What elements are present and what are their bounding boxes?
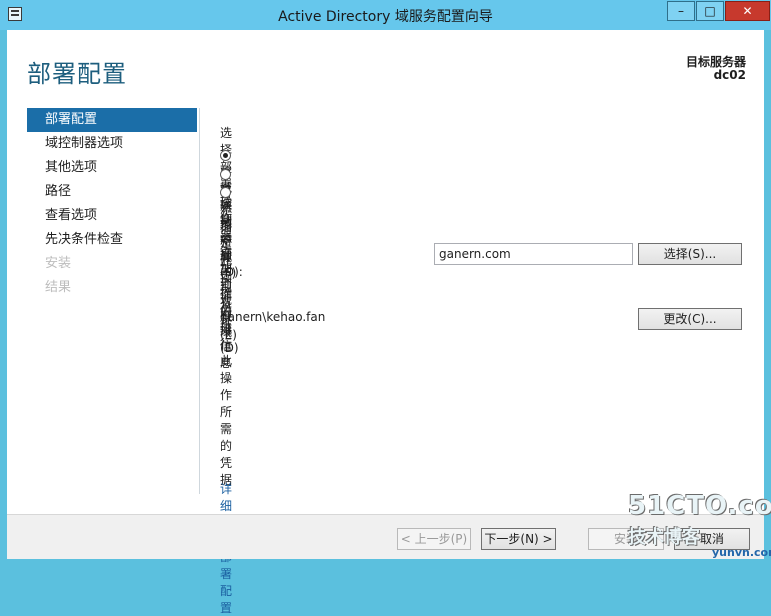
wizard-nav: 部署配置 域控制器选项 其他选项 路径 查看选项 先决条件检查 安装 结果 (27, 108, 197, 300)
nav-item-review-options[interactable]: 查看选项 (27, 204, 197, 228)
nav-item-additional-options[interactable]: 其他选项 (27, 156, 197, 180)
domain-input[interactable]: ganern.com (434, 243, 633, 265)
title-bar: Active Directory 域服务配置向导 – □ ✕ (0, 0, 771, 30)
close-button[interactable]: ✕ (725, 1, 770, 21)
nav-item-prerequisites-check[interactable]: 先决条件检查 (27, 228, 197, 252)
domain-label: 域(O): (220, 250, 243, 279)
credential-value: ganern\kehao.fan (220, 310, 326, 324)
window-title: Active Directory 域服务配置向导 (278, 9, 493, 25)
nav-item-results: 结果 (45, 280, 72, 295)
nav-item-dc-options[interactable]: 域控制器选项 (27, 132, 197, 156)
radio-add-forest[interactable]: 添加新林(F) (220, 185, 237, 280)
page-title: 部署配置 (27, 60, 127, 88)
previous-button: < 上一步(P) (397, 528, 471, 550)
target-server-name: dc02 (713, 68, 746, 82)
nav-item-deployment-config[interactable]: 部署配置 (27, 108, 197, 132)
radio-add-domain-button[interactable] (220, 169, 231, 180)
wizard-body: 部署配置 目标服务器 dc02 部署配置 域控制器选项 其他选项 路径 查看选项… (7, 30, 764, 615)
radio-add-dc-button[interactable] (220, 150, 231, 161)
change-credential-button[interactable]: 更改(C)... (638, 308, 742, 330)
nav-item-installation: 安装 (45, 256, 72, 271)
minimize-button[interactable]: – (667, 1, 695, 21)
watermark-51cto: 51CTO.com (628, 491, 771, 521)
radio-add-dc[interactable]: 将域控制器添加到现有域(D) (220, 148, 239, 355)
radio-add-domain[interactable]: 将新域添加到现有林(E) (220, 167, 237, 342)
watermark-tech-blog: 技术博客 (628, 527, 700, 548)
maximize-button[interactable]: □ (696, 1, 724, 21)
radio-add-forest-button[interactable] (220, 187, 231, 198)
next-button[interactable]: 下一步(N) > (481, 528, 556, 550)
nav-divider (199, 108, 200, 494)
select-domain-button[interactable]: 选择(S)... (638, 243, 742, 265)
nav-item-paths[interactable]: 路径 (27, 180, 197, 204)
watermark-yunvn: yunvn.com (712, 546, 771, 559)
